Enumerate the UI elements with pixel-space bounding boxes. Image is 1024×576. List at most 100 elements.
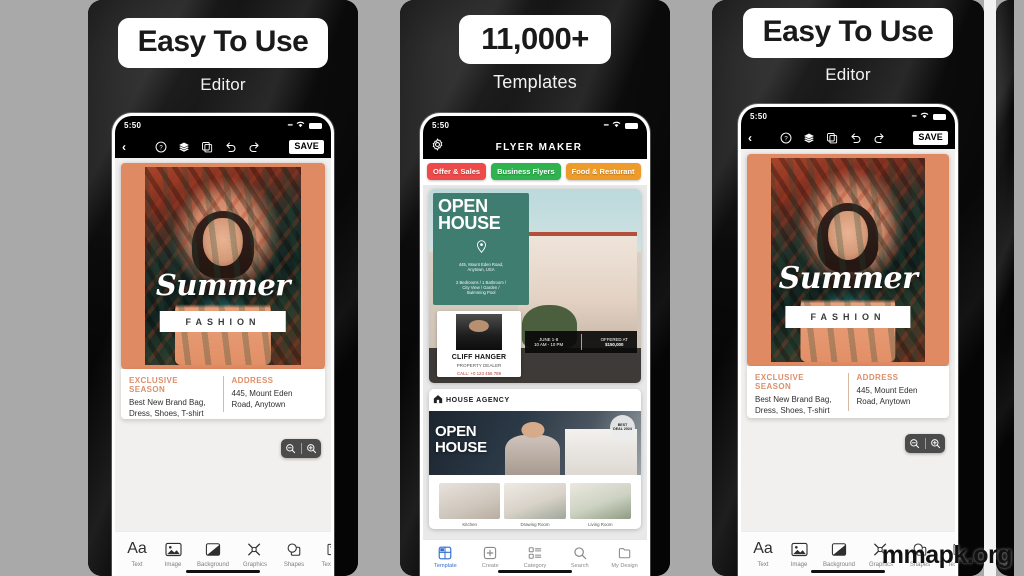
text-arts-icon xyxy=(313,540,331,558)
template-feed[interactable]: OPEN HOUSE 445, Mount Eden Road, Anytown… xyxy=(423,185,647,539)
signal-icon: ▪▪▪ xyxy=(603,122,610,129)
tool-label: Image xyxy=(790,562,808,568)
panel-easy-to-use-right[interactable]: Easy To Use Editor 5:50 ▪▪▪ ‹ ? SAVE Sum… xyxy=(712,0,984,576)
help-icon[interactable]: ? xyxy=(155,141,167,153)
room-living: Living Room xyxy=(569,483,631,527)
left-gutter xyxy=(0,0,88,576)
template-card-open-house-teal[interactable]: OPEN HOUSE 445, Mount Eden Road, Anytown… xyxy=(429,189,641,383)
status-bar: 5:50 ▪▪▪ xyxy=(423,116,647,135)
info-column-address: ADDRESS 445, Mount Eden Road, Anytown xyxy=(222,376,326,412)
category-chip-row[interactable]: Offer & Sales Business Flyers Food & Res… xyxy=(423,159,647,185)
tool-shapes[interactable]: Shapes xyxy=(275,540,313,568)
battery-icon xyxy=(309,122,322,129)
poster-info-bar: EXCLUSIVE SEASON Best New Brand Bag, Dre… xyxy=(747,366,949,418)
tool-background[interactable]: Background xyxy=(817,540,861,568)
poster-photo xyxy=(145,167,301,365)
zoom-out-icon[interactable] xyxy=(281,443,301,454)
room-thumbnail xyxy=(504,483,566,519)
status-time: 5:50 xyxy=(750,112,768,121)
nav-label: Template xyxy=(434,563,457,569)
room-thumbnail xyxy=(439,483,501,519)
save-button[interactable]: SAVE xyxy=(289,139,324,154)
app-bar[interactable]: FLYER MAKER xyxy=(423,135,647,159)
tool-image[interactable]: Image xyxy=(155,540,191,568)
nav-my-design[interactable]: My Design xyxy=(602,545,647,576)
tool-text[interactable]: Aa Text xyxy=(745,540,781,568)
dealer-name: CLIFF HANGER xyxy=(451,354,507,361)
status-bar: 5:50 ▪▪▪ xyxy=(741,107,955,126)
room-label: Drawing Room xyxy=(520,522,550,527)
room-thumbnail xyxy=(569,483,631,519)
redo-icon[interactable] xyxy=(873,132,886,144)
tool-label: Text xyxy=(131,562,143,568)
tool-label: Background xyxy=(822,562,856,568)
nav-label: Create xyxy=(481,563,499,569)
template-card-house-agency[interactable]: HOUSE AGENCY OPEN HOUSE BEST DEAL 2024 K… xyxy=(429,389,641,529)
poster-artwork[interactable]: Summer FASHION xyxy=(121,163,325,369)
editor-toolbar[interactable]: ‹ ? SAVE xyxy=(741,126,955,149)
text-icon: Aa xyxy=(127,540,147,557)
duplicate-icon[interactable] xyxy=(826,132,838,144)
nav-template[interactable]: Template xyxy=(423,545,468,576)
home-indicator xyxy=(186,570,260,573)
tool-text[interactable]: Aa Text xyxy=(119,540,155,568)
editor-canvas[interactable]: Summer FASHION EXCLUSIVE SEASON Best New… xyxy=(741,149,955,531)
duplicate-icon[interactable] xyxy=(201,141,213,153)
nav-label: Category xyxy=(523,563,547,569)
zoom-out-icon[interactable] xyxy=(905,438,925,449)
undo-icon[interactable] xyxy=(224,141,237,153)
save-button[interactable]: SAVE xyxy=(913,130,948,145)
chip-business-flyers[interactable]: Business Flyers xyxy=(491,163,561,180)
editor-toolbar[interactable]: ‹ ? SAVE xyxy=(115,135,331,158)
tool-background[interactable]: Background xyxy=(191,540,235,568)
zoom-in-icon[interactable] xyxy=(302,443,322,454)
poster-artwork[interactable]: Summer FASHION xyxy=(747,154,949,366)
dealer-card: CLIFF HANGER PROPERTY DEALER CALL: +0 12… xyxy=(437,311,521,377)
info-body: 445, Mount Eden Road, Anytown xyxy=(856,386,918,406)
redo-icon[interactable] xyxy=(248,141,261,153)
panel-partial-next[interactable] xyxy=(996,0,1014,576)
image-icon xyxy=(781,540,817,558)
gutter-2 xyxy=(670,0,712,576)
layers-icon[interactable] xyxy=(803,132,815,144)
headline-pill: 11,000+ xyxy=(459,15,611,64)
dealer-role: PROPERTY DEALER xyxy=(456,363,502,368)
room-label: Kitchen xyxy=(462,522,477,527)
panel-easy-to-use-left[interactable]: Easy To Use Editor 5:50 ▪▪▪ ‹ ? SAVE Sum… xyxy=(88,0,358,576)
help-icon[interactable]: ? xyxy=(780,132,792,144)
headline-pill: Easy To Use xyxy=(117,18,329,68)
hero-title-line1: OPEN xyxy=(435,423,477,440)
background-icon xyxy=(817,540,861,558)
zoom-controls[interactable] xyxy=(905,434,945,453)
folder-icon xyxy=(602,545,647,560)
image-icon xyxy=(155,540,191,558)
tool-text-arts[interactable]: Text Arts xyxy=(313,540,331,568)
chip-food-resturant[interactable]: Food & Resturant xyxy=(565,163,641,180)
undo-icon[interactable] xyxy=(849,132,862,144)
info-heading: EXCLUSIVE SEASON xyxy=(755,373,804,391)
tool-label: Text xyxy=(757,562,769,568)
tool-label: Background xyxy=(196,562,230,568)
gutter-1 xyxy=(358,0,400,576)
headline-subtitle: Editor xyxy=(200,75,246,94)
layers-icon[interactable] xyxy=(178,141,190,153)
signal-icon: ▪▪▪ xyxy=(287,122,294,129)
tool-graphics[interactable]: Graphics xyxy=(235,540,275,568)
room-gallery: Kitchen Drawing Room Living Room xyxy=(435,479,635,529)
chip-offer-sales[interactable]: Offer & Sales xyxy=(427,163,487,180)
zoom-in-icon[interactable] xyxy=(926,438,946,449)
editor-canvas[interactable]: Summer FASHION EXCLUSIVE SEASON Best New… xyxy=(115,158,331,531)
shapes-icon xyxy=(275,540,313,558)
phone-mockup: 5:50 ▪▪▪ ‹ ? SAVE Summer FASHION EXCLUSI… xyxy=(738,104,958,576)
info-body: 445, Mount Eden Road, Anytown xyxy=(231,389,293,409)
deal-badge: BEST DEAL 2024 xyxy=(610,415,635,440)
offer-banner: JUNE 1-8 10 AM - 10 PM OFFERED AT $150,0… xyxy=(525,331,637,353)
hero-title-line2: HOUSE xyxy=(435,439,487,456)
wifi-icon xyxy=(296,121,305,130)
zoom-controls[interactable] xyxy=(281,439,321,458)
poster-info-bar: EXCLUSIVE SEASON Best New Brand Bag, Dre… xyxy=(121,369,325,419)
location-pin-icon xyxy=(438,240,524,258)
tool-image[interactable]: Image xyxy=(781,540,817,568)
panel-templates-middle[interactable]: 11,000+ Templates 5:50 ▪▪▪ FLYER MAKER O… xyxy=(400,0,670,576)
room-kitchen: Kitchen xyxy=(439,483,501,527)
